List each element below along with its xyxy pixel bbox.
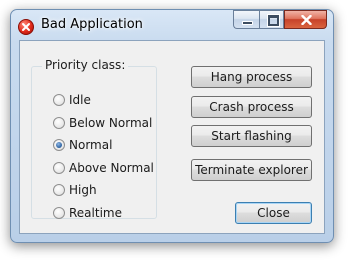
caption-buttons bbox=[233, 10, 327, 29]
close-button[interactable]: Close bbox=[235, 202, 312, 224]
priority-class-label: Priority class: bbox=[42, 58, 129, 72]
radio-normal[interactable]: Normal bbox=[53, 134, 154, 157]
radio-button[interactable] bbox=[53, 206, 65, 219]
radio-button[interactable] bbox=[53, 161, 65, 174]
radio-label: Normal bbox=[69, 138, 113, 153]
minimize-button[interactable] bbox=[233, 10, 259, 29]
radio-label: Idle bbox=[69, 93, 91, 108]
radio-above-normal[interactable]: Above Normal bbox=[53, 157, 154, 180]
radio-button[interactable] bbox=[53, 94, 65, 107]
radio-button-selected[interactable] bbox=[53, 139, 65, 152]
radio-label: Realtime bbox=[69, 205, 122, 220]
priority-radio-list: Idle Below Normal Normal Above Normal Hi… bbox=[53, 89, 154, 224]
error-icon bbox=[18, 19, 34, 35]
maximize-button[interactable] bbox=[259, 10, 284, 29]
radio-idle[interactable]: Idle bbox=[53, 89, 154, 112]
radio-realtime[interactable]: Realtime bbox=[53, 202, 154, 225]
radio-below-normal[interactable]: Below Normal bbox=[53, 112, 154, 135]
radio-label: High bbox=[69, 183, 97, 198]
radio-high[interactable]: High bbox=[53, 179, 154, 202]
terminate-explorer-button[interactable]: Terminate explorer bbox=[191, 159, 312, 181]
crash-process-button[interactable]: Crash process bbox=[191, 96, 312, 118]
radio-label: Above Normal bbox=[69, 160, 154, 175]
title-bar[interactable]: Bad Application bbox=[11, 10, 333, 40]
dialog-client-area: Priority class: Idle Below Normal Normal… bbox=[19, 40, 325, 234]
close-window-button[interactable] bbox=[284, 10, 327, 29]
radio-button[interactable] bbox=[53, 116, 65, 129]
start-flashing-button[interactable]: Start flashing bbox=[191, 125, 312, 147]
radio-button[interactable] bbox=[53, 184, 65, 197]
window-title: Bad Application bbox=[41, 17, 143, 32]
radio-label: Below Normal bbox=[69, 115, 153, 130]
bad-application-window: Bad Application Priority class: Idle Bel… bbox=[10, 9, 334, 243]
hang-process-button[interactable]: Hang process bbox=[191, 66, 312, 88]
